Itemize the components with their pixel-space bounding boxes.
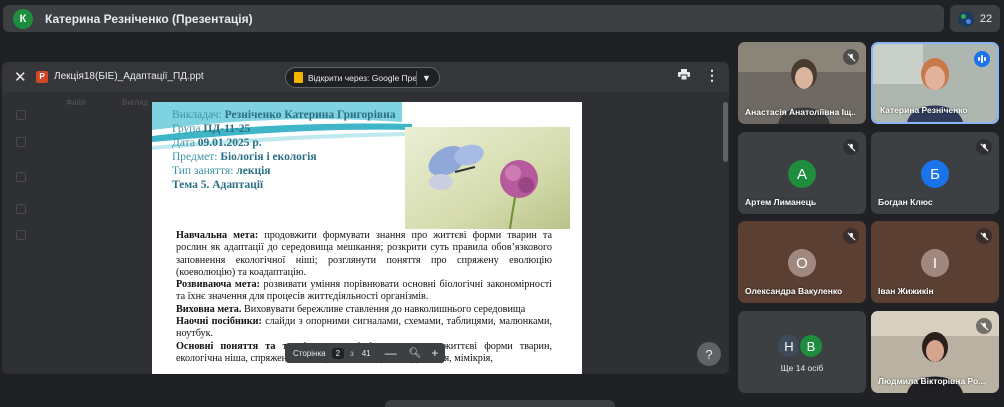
call-controls-bar bbox=[385, 400, 615, 407]
presentation-title-bar: К Катерина Резніченко (Презентація) bbox=[3, 5, 944, 32]
mic-off-icon bbox=[843, 49, 859, 65]
participants-icon bbox=[957, 10, 974, 27]
divider bbox=[416, 70, 417, 85]
participant-name: Артем Лиманець bbox=[745, 197, 817, 207]
speaking-indicator-icon bbox=[974, 51, 990, 67]
participant-name: Катерина Резніченко bbox=[880, 105, 968, 115]
lecturer-name: Резніченко Катерина Григорівна bbox=[224, 109, 396, 121]
participant-avatar: О bbox=[788, 249, 816, 277]
more-participants-tile[interactable]: Н В Ще 14 осіб bbox=[738, 311, 866, 393]
file-name: Лекція18(БІЕ)_Адаптації_ПД.ppt bbox=[54, 71, 204, 82]
participant-avatar: І bbox=[921, 249, 949, 277]
date-value: 09.01.2025 р. bbox=[197, 137, 262, 149]
open-with-label: Відкрити через: Google Пре... bbox=[308, 72, 416, 83]
zoom-out-icon[interactable]: — bbox=[385, 346, 397, 360]
page-total: 41 bbox=[361, 348, 371, 358]
zoom-in-icon[interactable]: + bbox=[431, 346, 438, 360]
participants-count: 22 bbox=[979, 12, 993, 25]
visual-aids-label: Наочні посібники: bbox=[176, 316, 262, 328]
ghost-icon bbox=[16, 172, 26, 182]
participant-name: Олександра Вакуленко bbox=[745, 286, 843, 296]
slide-info-block: Викладач: Резніченко Катерина Григорівна… bbox=[172, 108, 396, 192]
type-label: Тип заняття: bbox=[172, 165, 234, 177]
powerpoint-file-icon: P bbox=[36, 71, 48, 83]
ghost-icon bbox=[16, 110, 26, 120]
participant-tile[interactable]: Б Богдан Клюс bbox=[871, 132, 999, 214]
more-options-icon[interactable]: ⋮ bbox=[705, 67, 719, 84]
more-participants-label: Ще 14 осіб bbox=[780, 363, 824, 373]
group-label: Група bbox=[172, 123, 201, 135]
participant-tile[interactable]: А Артем Лиманець bbox=[738, 132, 866, 214]
ghost-tab: Вигляд bbox=[122, 98, 149, 107]
participant-name: Іван Жижикін bbox=[878, 286, 934, 296]
date-label: Дата bbox=[172, 137, 195, 149]
subject-value: Біологія і екологія bbox=[220, 151, 317, 163]
close-icon[interactable]: ✕ bbox=[14, 68, 27, 86]
participant-avatar: А bbox=[788, 160, 816, 188]
participant-name: Анастасія Анатоліївна Іщ... bbox=[745, 107, 855, 117]
mic-off-icon bbox=[976, 139, 992, 155]
ghost-icon bbox=[16, 230, 26, 240]
chevron-down-icon[interactable]: ▼ bbox=[422, 73, 431, 83]
mic-off-icon bbox=[843, 139, 859, 155]
butterfly-photo bbox=[405, 127, 570, 229]
help-icon[interactable]: ? bbox=[697, 342, 721, 366]
page-number-input[interactable]: 2 bbox=[331, 347, 345, 359]
ghost-icon bbox=[16, 204, 26, 214]
key-terms-label: Основні поняття та т bbox=[176, 340, 288, 352]
presentation-title: Катерина Резніченко (Презентація) bbox=[45, 11, 253, 26]
goal-educational-text: Виховувати бережливе ставлення до навкол… bbox=[241, 303, 526, 315]
participant-tile[interactable]: О Олександра Вакуленко bbox=[738, 221, 866, 303]
mic-off-icon bbox=[843, 228, 859, 244]
goal-developing-label: Розвиваюча мета: bbox=[176, 279, 260, 291]
slide: Викладач: Резніченко Катерина Григорівна… bbox=[152, 102, 582, 374]
participant-name: Людмила Вікторівна Ро... bbox=[878, 376, 986, 386]
page-navigation: Сторінка 2 з 41 — 🔍︎ + bbox=[285, 343, 445, 363]
participant-tile-active-speaker[interactable]: Катерина Резніченко bbox=[871, 42, 999, 124]
ghost-tab: Файл bbox=[66, 98, 86, 107]
participant-avatar: В bbox=[798, 333, 824, 359]
zoom-icon[interactable]: 🔍︎ bbox=[409, 348, 422, 359]
ghost-icon bbox=[16, 137, 26, 147]
participants-button[interactable]: 22 bbox=[950, 5, 1000, 32]
mic-off-icon bbox=[976, 318, 992, 334]
type-value: лекція bbox=[236, 165, 271, 177]
open-with-button[interactable]: Відкрити через: Google Пре... ▼ bbox=[285, 67, 440, 88]
lecturer-label: Викладач: bbox=[172, 109, 222, 121]
participant-avatar: Б bbox=[921, 160, 949, 188]
group-value: ПД-11-25 bbox=[203, 123, 251, 135]
participant-tile[interactable]: Людмила Вікторівна Ро... bbox=[871, 311, 999, 393]
participant-tile[interactable]: Анастасія Анатоліївна Іщ... bbox=[738, 42, 866, 124]
presenter-avatar: К bbox=[13, 8, 33, 29]
scrollbar[interactable] bbox=[723, 102, 728, 162]
google-slides-icon bbox=[294, 72, 303, 83]
more-participants-avatars: Н В bbox=[776, 333, 824, 359]
page-label: Сторінка bbox=[293, 348, 326, 358]
page-of-label: з bbox=[350, 348, 354, 358]
goal-educational-label: Виховна мета. bbox=[176, 303, 242, 315]
subject-label: Предмет: bbox=[172, 151, 218, 163]
meet-window: К Катерина Резніченко (Презентація) 22 ✕… bbox=[0, 0, 1004, 407]
print-icon[interactable] bbox=[678, 69, 690, 83]
participant-name: Богдан Клюс bbox=[878, 197, 933, 207]
file-viewer-header: ✕ P Лекція18(БІЕ)_Адаптації_ПД.ppt Відкр… bbox=[2, 62, 729, 92]
participant-tile[interactable]: І Іван Жижикін bbox=[871, 221, 999, 303]
mic-off-icon bbox=[976, 228, 992, 244]
goal-learning-label: Навчальна мета: bbox=[176, 230, 259, 241]
topic-title: Тема 5. Адаптації bbox=[172, 179, 264, 191]
